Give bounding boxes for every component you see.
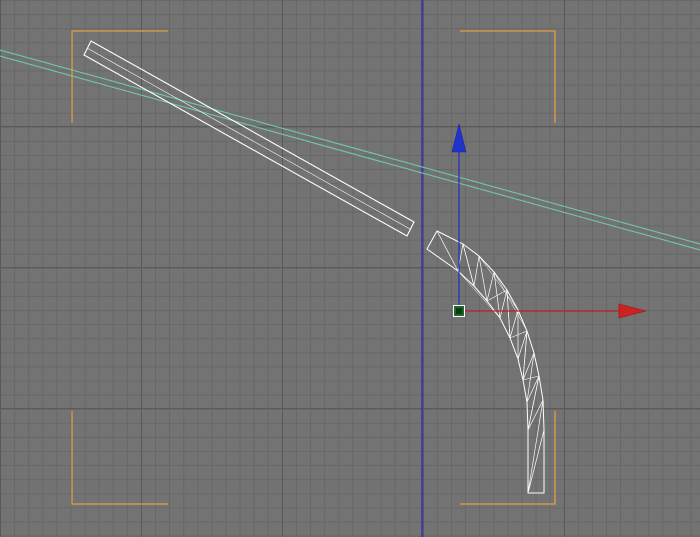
safe-frame-corner-top-left [71,30,168,123]
safe-frame [71,30,556,505]
curved-truss-object[interactable] [426,230,545,494]
top-viewport[interactable] [0,0,700,537]
gizmo-x-arrowhead[interactable] [618,303,648,319]
plank-object[interactable] [83,40,415,237]
safe-frame-corner-bottom-left [71,411,168,505]
gizmo-y-arrowhead[interactable] [451,123,467,153]
viewport-scene[interactable] [0,0,700,537]
safe-frame-corner-bottom-right [460,411,556,505]
light-beam [0,49,700,251]
safe-frame-corner-top-right [460,30,556,123]
pivot-point-inner [456,308,462,314]
